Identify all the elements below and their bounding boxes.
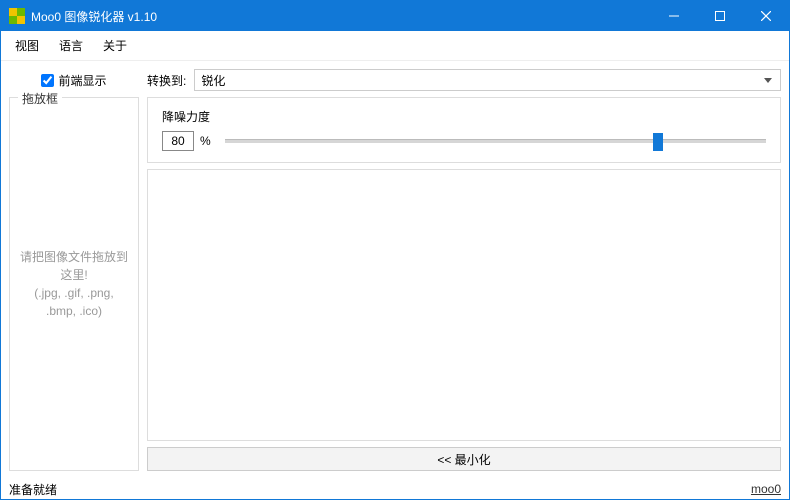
slider-thumb[interactable]: [653, 133, 663, 151]
percent-label: %: [200, 134, 211, 148]
app-window: Moo0 图像锐化器 v1.10 视图 语言 关于 前端显示 转换到:: [0, 0, 790, 500]
menubar: 视图 语言 关于: [1, 31, 789, 61]
statusbar: 准备就绪 moo0: [1, 479, 789, 499]
minimize-window-button[interactable]: [651, 1, 697, 31]
dropzone-hint-line1: 请把图像文件拖放到这里!: [20, 248, 128, 284]
window-controls: [651, 1, 789, 31]
close-window-button[interactable]: [743, 1, 789, 31]
titlebar: Moo0 图像锐化器 v1.10: [1, 1, 789, 31]
window-title: Moo0 图像锐化器 v1.10: [31, 8, 651, 25]
maximize-window-button[interactable]: [697, 1, 743, 31]
front-show-container: 前端显示: [9, 72, 139, 89]
menu-view[interactable]: 视图: [5, 33, 49, 58]
slider-track-wrap[interactable]: [225, 132, 766, 150]
slider-value-input[interactable]: [162, 131, 194, 151]
menu-about[interactable]: 关于: [93, 33, 137, 58]
status-text: 准备就绪: [9, 481, 57, 498]
mid-row: 拖放框 请把图像文件拖放到这里! (.jpg, .gif, .png, .bmp…: [9, 97, 781, 471]
content-area: 前端显示 转换到: 锐化 拖放框 请把图像文件拖放到这里! (.jpg, .gi…: [1, 61, 789, 479]
convert-selected-value: 锐化: [201, 72, 225, 89]
front-show-label[interactable]: 前端显示: [58, 72, 106, 89]
slider-track: [225, 140, 766, 143]
slider-row: %: [162, 131, 766, 151]
dropzone-hint-line2: (.jpg, .gif, .png, .bmp, .ico): [20, 284, 128, 320]
convert-to-select[interactable]: 锐化: [194, 69, 781, 91]
convert-to-label: 转换到:: [147, 72, 186, 89]
front-show-checkbox[interactable]: [41, 74, 54, 87]
top-row: 前端显示 转换到: 锐化: [9, 69, 781, 91]
minimize-panel-button[interactable]: << 最小化: [147, 447, 781, 471]
dropzone-legend: 拖放框: [18, 90, 62, 107]
menu-language[interactable]: 语言: [49, 33, 93, 58]
output-panel: [147, 169, 781, 441]
dropzone-hint: 请把图像文件拖放到这里! (.jpg, .gif, .png, .bmp, .i…: [16, 248, 132, 320]
slider-title: 降噪力度: [162, 108, 766, 125]
convert-row: 转换到: 锐化: [147, 69, 781, 91]
right-column: 降噪力度 % << 最小化: [147, 97, 781, 471]
dropzone[interactable]: 拖放框 请把图像文件拖放到这里! (.jpg, .gif, .png, .bmp…: [9, 97, 139, 471]
minimize-panel-label: << 最小化: [437, 451, 490, 468]
status-link[interactable]: moo0: [751, 482, 781, 496]
slider-panel: 降噪力度 %: [147, 97, 781, 163]
app-icon: [9, 8, 25, 24]
